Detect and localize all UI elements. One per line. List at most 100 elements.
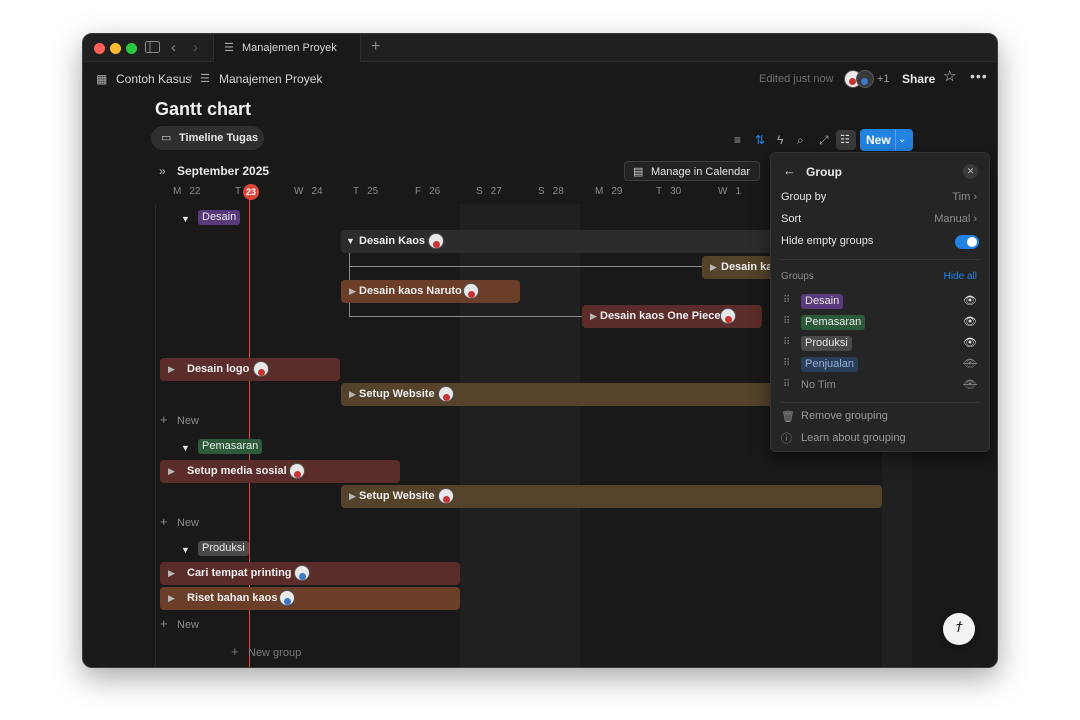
gantt-bar-riset-bahan-kaos[interactable]: ▶ Riset bahan kaos bbox=[160, 587, 460, 610]
group-row[interactable]: ⠿ Desain 👁 bbox=[771, 292, 989, 310]
expand-triangle-icon[interactable]: ▶ bbox=[590, 310, 597, 323]
forward-icon[interactable]: › bbox=[193, 39, 198, 57]
hide-all-button[interactable]: Hide all bbox=[944, 270, 977, 284]
gantt-bar-setup-website-pemasaran[interactable]: ▶ Setup Website bbox=[341, 485, 882, 508]
group-row[interactable]: ⠿ Penjualan 👁 bbox=[771, 355, 989, 373]
hide-empty-groups-label: Hide empty groups bbox=[781, 235, 874, 247]
plus-icon[interactable]: + bbox=[160, 616, 168, 632]
gantt-bar-desain-kaos[interactable]: ▼ Desain Kaos bbox=[341, 230, 786, 253]
expand-triangle-icon[interactable]: ▶ bbox=[349, 490, 356, 503]
group-by-label[interactable]: Group by bbox=[781, 190, 826, 204]
hidden-eye-icon[interactable]: 👁 bbox=[963, 358, 977, 370]
day-column-header: M 22 bbox=[173, 186, 200, 198]
new-group-button[interactable]: New group bbox=[248, 645, 301, 661]
avatar[interactable] bbox=[856, 70, 874, 88]
help-button[interactable]: ϯ bbox=[943, 613, 975, 645]
sidebar-toggle-icon[interactable] bbox=[145, 39, 160, 57]
day-of-week: T bbox=[353, 186, 360, 197]
breadcrumb-separator: / bbox=[189, 72, 193, 86]
drag-handle-icon[interactable]: ⠿ bbox=[783, 337, 790, 349]
expand-triangle-icon[interactable]: ▶ bbox=[168, 465, 175, 478]
close-menu-button[interactable]: ✕ bbox=[963, 164, 978, 179]
back-arrow-icon[interactable]: ← bbox=[783, 163, 796, 179]
new-tab-icon[interactable]: + bbox=[371, 38, 380, 56]
expand-triangle-icon[interactable]: ▶ bbox=[349, 388, 356, 401]
new-item-button[interactable]: New bbox=[177, 515, 199, 531]
gantt-bar-setup-website[interactable]: ▶ Setup Website bbox=[341, 383, 786, 406]
groups-heading: Groups bbox=[781, 271, 814, 282]
gantt-bar-desain-kaos-one-piece[interactable]: ▶ Desain kaos One Piece bbox=[582, 305, 762, 328]
hidden-eye-icon[interactable]: 👁 bbox=[963, 379, 977, 391]
gantt-bar-desain-kaos-naruto[interactable]: ▶ Desain kaos Naruto bbox=[341, 280, 520, 303]
gantt-bar-setup-media-sosial[interactable]: ▶ Setup media sosial bbox=[160, 460, 400, 483]
learn-about-grouping-link[interactable]: Learn about grouping bbox=[801, 431, 906, 445]
expand-triangle-icon[interactable]: ▶ bbox=[349, 285, 356, 298]
manage-in-calendar-label: Manage in Calendar bbox=[651, 166, 751, 178]
visible-eye-icon[interactable]: 👁 bbox=[963, 316, 977, 328]
remove-grouping-button[interactable]: Remove grouping bbox=[801, 409, 888, 423]
drag-handle-icon[interactable]: ⠿ bbox=[783, 295, 790, 307]
close-window-button[interactable] bbox=[94, 43, 105, 54]
drag-handle-icon[interactable]: ⠿ bbox=[783, 379, 790, 391]
expand-triangle-icon[interactable]: ▶ bbox=[168, 592, 175, 605]
sort-label[interactable]: Sort bbox=[781, 212, 801, 226]
day-number: 24 bbox=[311, 186, 323, 197]
visible-eye-icon[interactable]: 👁 bbox=[963, 295, 977, 307]
zoom-window-button[interactable] bbox=[126, 43, 137, 54]
checklist-icon: ☰ bbox=[224, 42, 234, 54]
search-icon[interactable]: ⌕ bbox=[797, 132, 804, 148]
double-chevron-icon[interactable]: » bbox=[159, 163, 166, 179]
expand-triangle-icon[interactable]: ▶ bbox=[168, 363, 175, 376]
expand-triangle-icon[interactable]: ▶ bbox=[168, 567, 175, 580]
task-label: Setup Website bbox=[359, 490, 435, 502]
chevron-down-icon[interactable]: ⌄ bbox=[898, 132, 906, 148]
manage-in-calendar-button[interactable]: ▤ Manage in Calendar bbox=[624, 161, 760, 181]
group-label-pemasaran: Pemasaran bbox=[198, 439, 263, 454]
minimize-window-button[interactable] bbox=[110, 43, 121, 54]
back-icon[interactable]: ‹ bbox=[171, 39, 176, 57]
favorite-star-icon[interactable]: ☆ bbox=[943, 69, 956, 85]
plus-icon[interactable]: + bbox=[160, 412, 168, 428]
more-options-icon[interactable]: ••• bbox=[970, 68, 988, 84]
filter-icon[interactable]: ≡ bbox=[734, 132, 741, 148]
gantt-bar-cari-tempat-printing[interactable]: ▶ Cari tempat printing bbox=[160, 562, 460, 585]
expand-icon[interactable]: ⤢ bbox=[819, 132, 829, 148]
day-column-header: T 25 bbox=[353, 186, 378, 198]
day-number: 30 bbox=[670, 186, 682, 197]
collapse-triangle-icon[interactable]: ▼ bbox=[346, 235, 355, 248]
new-button[interactable]: New ⌄ bbox=[860, 129, 913, 151]
avatar bbox=[720, 308, 736, 324]
drag-handle-icon[interactable]: ⠿ bbox=[783, 358, 790, 370]
drag-handle-icon[interactable]: ⠿ bbox=[783, 316, 790, 328]
day-of-week: T bbox=[235, 186, 242, 197]
sort-value[interactable]: Manual › bbox=[934, 212, 977, 226]
day-column-header: W1 bbox=[718, 186, 741, 198]
tab-manajemen-proyek[interactable]: ☰ Manajemen Proyek bbox=[213, 34, 361, 62]
new-item-button[interactable]: New bbox=[177, 617, 199, 633]
visible-eye-icon[interactable]: 👁 bbox=[963, 337, 977, 349]
plus-icon[interactable]: + bbox=[231, 644, 239, 660]
title-bar: ‹ › ☰ Manajemen Proyek + bbox=[83, 34, 997, 62]
today-number: 23 bbox=[245, 187, 256, 197]
share-button[interactable]: Share bbox=[902, 71, 935, 87]
gantt-bar-desain-logo[interactable]: ▶ Desain logo bbox=[160, 358, 340, 381]
automation-bolt-icon[interactable]: ϟ bbox=[777, 132, 783, 148]
collapse-triangle-icon[interactable]: ▼ bbox=[181, 211, 190, 227]
group-by-value[interactable]: Tim › bbox=[952, 190, 977, 204]
breadcrumb-page[interactable]: Manajemen Proyek bbox=[219, 71, 322, 87]
collapse-triangle-icon[interactable]: ▼ bbox=[181, 542, 190, 558]
breadcrumb-workspace[interactable]: Contoh Kasus bbox=[116, 71, 191, 87]
group-row[interactable]: ⠿ Produksi 👁 bbox=[771, 334, 989, 352]
expand-triangle-icon[interactable]: ▶ bbox=[710, 261, 717, 274]
view-tab-timeline[interactable]: ▭ Timeline Tugas bbox=[151, 126, 264, 150]
new-item-button[interactable]: New bbox=[177, 413, 199, 429]
hide-empty-groups-toggle[interactable] bbox=[955, 235, 979, 249]
plus-icon[interactable]: + bbox=[160, 514, 168, 530]
collapse-triangle-icon[interactable]: ▼ bbox=[181, 440, 190, 456]
group-row[interactable]: ⠿ No Tim 👁 bbox=[771, 376, 989, 394]
sort-icon[interactable]: ⇅ bbox=[755, 132, 765, 148]
view-tab-label: Timeline Tugas bbox=[179, 132, 259, 144]
settings-sliders-button[interactable]: ☷ bbox=[836, 130, 856, 150]
group-row[interactable]: ⠿ Pemasaran 👁 bbox=[771, 313, 989, 331]
avatar bbox=[438, 386, 454, 402]
